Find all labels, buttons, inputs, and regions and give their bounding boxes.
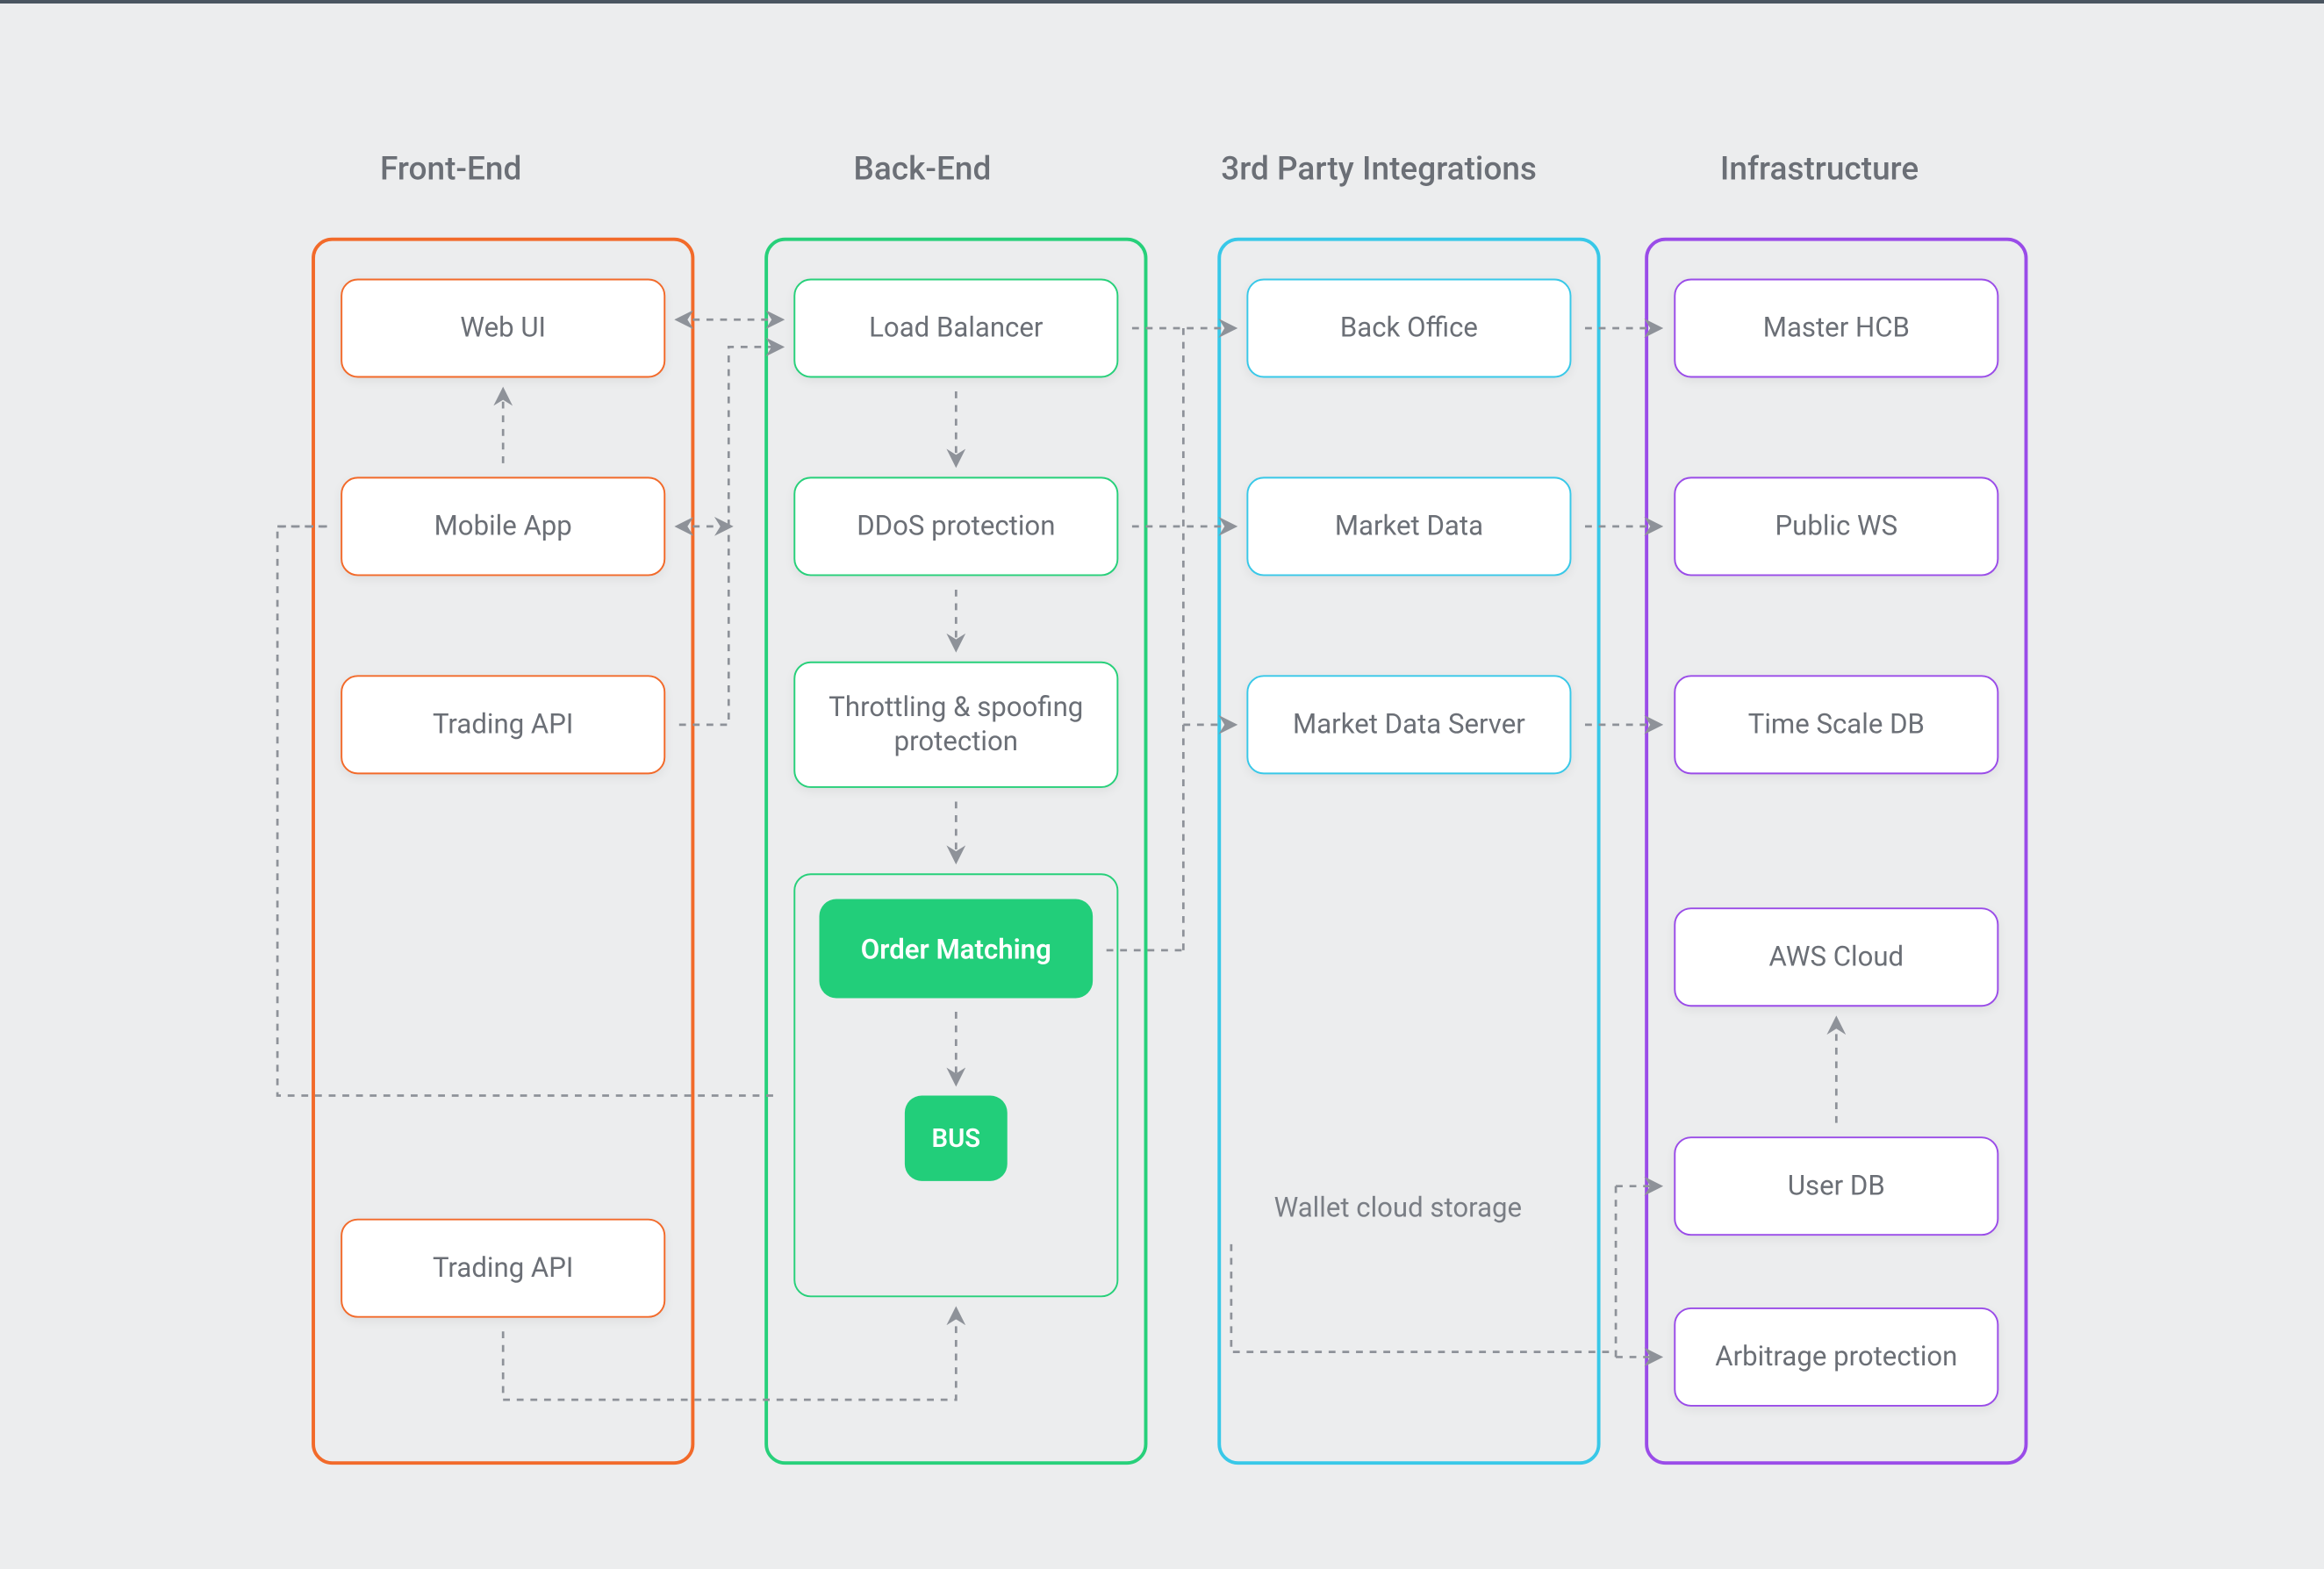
header-backend: Back-End [853,148,991,188]
node-market-data-server: Market Data Server [1246,675,1571,774]
node-time-scale-db: Time Scale DB [1674,675,1998,774]
diagram-stage: Front-End Back-End 3rd Party Integration… [4,2,2320,1567]
node-web-ui: Web UI [341,279,665,378]
column-infra [1645,238,2027,1465]
node-master-hcb: Master HCB [1674,279,1998,378]
node-trading-api-2: Trading API [341,1219,665,1318]
node-public-ws: Public WS [1674,476,1998,576]
column-thirdparty [1217,238,1600,1465]
node-user-db: User DB [1674,1136,1998,1236]
node-ddos: DDoS protection [793,476,1118,576]
header-frontend: Front-End [380,148,521,188]
node-arbitrage: Arbitrage protection [1674,1308,1998,1407]
node-order-matching: Order Matching [820,899,1094,998]
node-bus: BUS [905,1095,1008,1180]
header-infra: Infrastructure [1720,148,1919,188]
node-trading-api-1: Trading API [341,675,665,774]
node-market-data: Market Data [1246,476,1571,576]
node-load-balancer: Load Balancer [793,279,1118,378]
node-mobile-app: Mobile App [341,476,665,576]
header-thirdparty: 3rd Party Integrations [1221,148,1537,188]
label-wallet-cloud-storage: Wallet cloud storage [1274,1192,1523,1224]
node-throttling: Throttling & spoofing protection [793,662,1118,788]
node-aws-cloud: AWS Cloud [1674,907,1998,1007]
node-back-office: Back Office [1246,279,1571,378]
